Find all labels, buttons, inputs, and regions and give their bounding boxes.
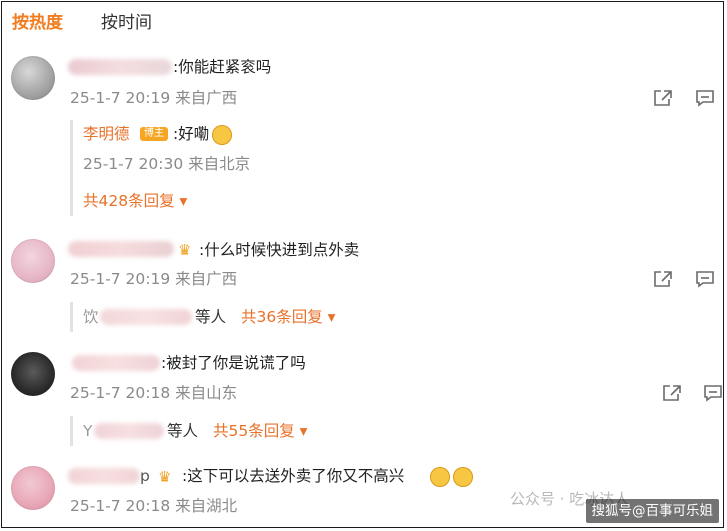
reply-meta: 25-1-7 20:30 来自北京 [83, 155, 251, 173]
crown-icon: ♛ [178, 241, 192, 259]
others-label: 等人 [167, 422, 199, 440]
sohu-watermark: 搜狐号@百事可乐姐 [585, 499, 719, 523]
comment-text: :这下可以去送外卖了你又不高兴 [182, 467, 405, 485]
replier-prefix: 饮 [83, 308, 99, 326]
crown-icon: ♛ [158, 468, 172, 486]
sort-tabs: 按热度 按时间 [12, 11, 152, 35]
replier-prefix: Y [83, 422, 93, 440]
comment-text: :被封了你是说谎了吗 [161, 354, 306, 372]
replier-name[interactable]: 李明德 [83, 123, 130, 145]
replier-names-blurred [100, 309, 192, 325]
avatar[interactable] [11, 56, 55, 100]
share-icon[interactable] [653, 89, 673, 107]
comment-meta: 25-1-7 20:19 来自广西 [70, 89, 238, 107]
tab-hot[interactable]: 按热度 [12, 11, 63, 35]
share-icon[interactable] [653, 270, 673, 288]
username-tail[interactable]: p [140, 465, 150, 487]
username-blurred[interactable] [68, 59, 172, 75]
crying-emoji-icon [430, 467, 450, 487]
comment-icon[interactable] [695, 89, 715, 107]
crying-emoji-icon [453, 467, 473, 487]
reply-divider [70, 120, 73, 216]
comment-panel: 按热度 按时间 :你能赶紧衮吗 25-1-7 20:19 来自广西 李明德 博主… [1, 1, 724, 528]
reply-divider [70, 416, 73, 446]
comment-meta: 25-1-7 20:19 来自广西 [70, 270, 238, 288]
reply-box: 饮 等人 共36条回复 ▾ [70, 302, 710, 332]
reply-box: Y 等人 共55条回复 ▾ [70, 416, 710, 446]
comment-meta: 25-1-7 20:18 来自湖北 [70, 497, 238, 515]
others-label: 等人 [195, 308, 227, 326]
tab-time[interactable]: 按时间 [101, 11, 152, 35]
reply-count-link[interactable]: 共55条回复 ▾ [213, 420, 307, 442]
share-icon[interactable] [662, 384, 682, 402]
comment-text: :你能赶紧衮吗 [173, 58, 272, 76]
username-blurred[interactable] [68, 241, 174, 257]
avatar[interactable] [11, 466, 55, 510]
comment-text: :什么时候快进到点外卖 [199, 241, 360, 259]
replier-names-blurred [94, 423, 164, 439]
avatar[interactable] [11, 352, 55, 396]
avatar[interactable] [11, 239, 55, 283]
username-blurred[interactable] [68, 468, 140, 484]
reply-box: 李明德 博主 :好嘞 25-1-7 20:30 来自北京 共428条回复 ▾ [70, 120, 710, 216]
reply-text: :好嘞 [173, 125, 210, 143]
username-blurred[interactable] [72, 355, 160, 371]
reply-divider [70, 302, 73, 332]
reply-count-link[interactable]: 共428条回复 ▾ [83, 190, 187, 212]
author-badge: 博主 [140, 127, 168, 141]
comment-meta: 25-1-7 20:18 来自山东 [70, 384, 238, 402]
smile-emoji-icon [212, 125, 232, 145]
comment-icon[interactable] [695, 270, 715, 288]
reply-count-link[interactable]: 共36条回复 ▾ [241, 306, 335, 328]
comment-icon[interactable] [703, 384, 723, 402]
